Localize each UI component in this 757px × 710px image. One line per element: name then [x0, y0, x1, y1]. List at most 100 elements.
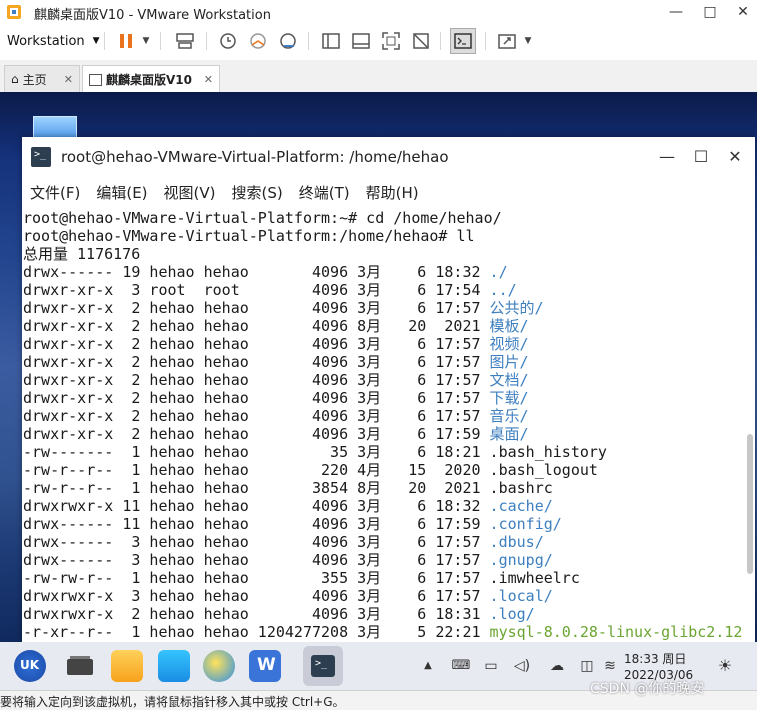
terminal-line-text: drwx------ 19 hehao hehao 4096 3月 6 18:3…	[23, 263, 490, 281]
directory-name: 公共的/	[489, 299, 544, 317]
terminal-line: drwxr-xr-x 2 hehao hehao 4096 3月 6 17:57…	[22, 353, 744, 371]
browser-icon[interactable]	[203, 650, 235, 682]
workstation-menu[interactable]: Workstation ▼	[0, 28, 107, 54]
minimize-button[interactable]: —	[660, 0, 692, 24]
divider	[308, 32, 309, 50]
close-tab-icon[interactable]: ✕	[204, 73, 213, 86]
tab-home[interactable]: ⌂ 主页 ✕	[4, 65, 80, 92]
file-manager-icon[interactable]	[111, 650, 143, 682]
night-mode-icon[interactable]: ☀	[715, 656, 735, 676]
terminal-close-button[interactable]: ✕	[720, 145, 750, 169]
menu-search[interactable]: 搜索(S)	[232, 182, 283, 203]
terminal-maximize-button[interactable]: ☐	[686, 145, 716, 169]
wifi-icon[interactable]: ≋	[600, 656, 620, 676]
terminal-menu-bar: 文件(F) 编辑(E) 视图(V) 搜索(S) 终端(T) 帮助(H)	[22, 177, 755, 207]
revert-snapshot-icon[interactable]	[245, 28, 271, 54]
terminal-line-text: -rw-rw-r-- 1 hehao hehao 355 3月 6 17:57	[23, 569, 490, 587]
maximize-button[interactable]: □	[694, 0, 726, 24]
divider	[206, 32, 207, 50]
tab-label: 主页	[22, 72, 47, 87]
unity-icon[interactable]	[408, 28, 434, 54]
terminal-title-bar: >_ root@hehao-VMware-Virtual-Platform: /…	[22, 137, 755, 177]
status-text: 要将输入定向到该虚拟机，请将鼠标指针移入其中或按 Ctrl+G。	[0, 695, 345, 709]
menu-help[interactable]: 帮助(H)	[366, 182, 419, 203]
terminal-line-text: drwxr-xr-x 2 hehao hehao 4096 3月 6 17:57	[23, 407, 490, 425]
divider	[104, 32, 105, 50]
volume-icon[interactable]: ◁)	[512, 656, 532, 676]
terminal-line: 总用量 1176176	[22, 245, 744, 263]
divider	[440, 32, 441, 50]
terminal-icon: >_	[311, 655, 335, 677]
terminal-line-text: drwxr-xr-x 2 hehao hehao 4096 3月 6 17:59	[23, 425, 490, 443]
menu-file[interactable]: 文件(F)	[30, 182, 80, 203]
terminal-scrollbar[interactable]	[744, 209, 755, 642]
terminal-line-text: drwxr-xr-x 2 hehao hehao 4096 3月 6 17:57	[23, 299, 490, 317]
wps-writer-icon[interactable]: W	[249, 650, 281, 682]
close-button[interactable]: ✕	[727, 0, 757, 24]
tab-label: 麒麟桌面版V10	[106, 73, 192, 87]
directory-name: 音乐/	[489, 407, 529, 425]
terminal-line: drwxr-xr-x 2 hehao hehao 4096 3月 6 17:57…	[22, 407, 744, 425]
thumbnail-bar-icon[interactable]	[348, 28, 374, 54]
terminal-line: -r-xr--r-- 1 hehao hehao 1204277208 3月 5…	[22, 623, 744, 641]
terminal-output[interactable]: root@hehao-VMware-Virtual-Platform:~# cd…	[22, 209, 744, 642]
notification-icon[interactable]: ▭	[481, 656, 501, 676]
vmware-toolbar: Workstation ▼ ▼ ▼	[0, 24, 757, 58]
menu-edit[interactable]: 编辑(E)	[96, 182, 147, 203]
directory-name: 模板/	[489, 317, 529, 335]
up-arrow-icon[interactable]: ▲	[418, 656, 438, 676]
terminal-minimize-button[interactable]: —	[652, 145, 682, 169]
network-icon[interactable]: ◫	[577, 656, 597, 676]
terminal-line: drwxr-xr-x 2 hehao hehao 4096 3月 6 17:57…	[22, 389, 744, 407]
show-library-icon[interactable]	[318, 28, 344, 54]
multitask-icon[interactable]	[64, 650, 96, 682]
clock-time[interactable]: 18:33 周日	[624, 650, 686, 667]
snapshot-manager-icon[interactable]	[275, 28, 301, 54]
keyboard-icon[interactable]: ⌨	[451, 656, 471, 676]
directory-name: 图片/	[489, 353, 529, 371]
file-name: .bash_logout	[489, 461, 598, 479]
pause-icon[interactable]	[114, 28, 138, 54]
fullscreen-icon[interactable]	[378, 28, 404, 54]
vm-tab-strip: ⌂ 主页 ✕ 麒麟桌面版V10 ✕	[0, 60, 757, 93]
terminal-line-text: root@hehao-VMware-Virtual-Platform:~# cd…	[23, 209, 502, 227]
terminal-title: root@hehao-VMware-Virtual-Platform: /hom…	[61, 148, 449, 166]
terminal-line-text: drwx------ 11 hehao hehao 4096 3月 6 17:5…	[23, 515, 490, 533]
menu-view[interactable]: 视图(V)	[164, 182, 216, 203]
workstation-menu-label: Workstation	[7, 33, 85, 49]
terminal-line-text: root@hehao-VMware-Virtual-Platform:/home…	[23, 227, 475, 245]
directory-name: .dbus/	[489, 533, 544, 551]
menu-terminal[interactable]: 终端(T)	[299, 182, 350, 203]
file-name: .imwheelrc	[489, 569, 580, 587]
software-store-icon[interactable]	[158, 650, 190, 682]
terminal-line: drwx------ 19 hehao hehao 4096 3月 6 18:3…	[22, 263, 744, 281]
terminal-taskbar-button[interactable]: >_	[303, 646, 343, 686]
terminal-line: drwxr-xr-x 2 hehao hehao 4096 3月 6 17:59…	[22, 425, 744, 443]
send-keys-icon[interactable]	[172, 28, 198, 54]
console-view-icon[interactable]	[450, 28, 476, 54]
watermark-text: CSDN @你的晚安	[590, 681, 705, 697]
terminal-line-text: drwx------ 3 hehao hehao 4096 3月 6 17:57	[23, 551, 490, 569]
close-tab-icon[interactable]: ✕	[64, 73, 73, 86]
weather-icon[interactable]: ☁	[547, 656, 567, 676]
start-menu-icon[interactable]: UK	[14, 650, 46, 682]
vmware-title-bar: 麒麟桌面版V10 - VMware Workstation — □ ✕	[0, 0, 757, 24]
scrollbar-thumb[interactable]	[747, 434, 753, 574]
terminal-line: drwxr-xr-x 3 root root 4096 3月 6 17:54 .…	[22, 281, 744, 299]
terminal-line: -rw-r--r-- 1 hehao hehao 3854 8月 20 2021…	[22, 479, 744, 497]
stretch-view-icon[interactable]	[494, 28, 520, 54]
snapshot-icon[interactable]	[215, 28, 241, 54]
chevron-down-icon[interactable]: ▼	[139, 28, 153, 54]
chevron-down-icon[interactable]: ▼	[521, 28, 535, 54]
vm-icon	[89, 73, 102, 86]
file-name: mysql-8.0.28-linux-glibc2.12-	[489, 623, 744, 641]
directory-name: 视频/	[489, 335, 529, 353]
terminal-line-text: drwx------ 3 hehao hehao 4096 3月 6 17:57	[23, 533, 490, 551]
terminal-line: drwx------ 3 hehao hehao 4096 3月 6 17:57…	[22, 551, 744, 569]
terminal-line: -rw------- 1 hehao hehao 35 3月 6 18:21 .…	[22, 443, 744, 461]
tab-vm[interactable]: 麒麟桌面版V10 ✕	[82, 65, 220, 93]
directory-name: .cache/	[489, 497, 553, 515]
vmware-logo-icon	[6, 4, 22, 20]
directory-name: ./	[489, 263, 508, 281]
file-name: .bash_history	[489, 443, 607, 461]
